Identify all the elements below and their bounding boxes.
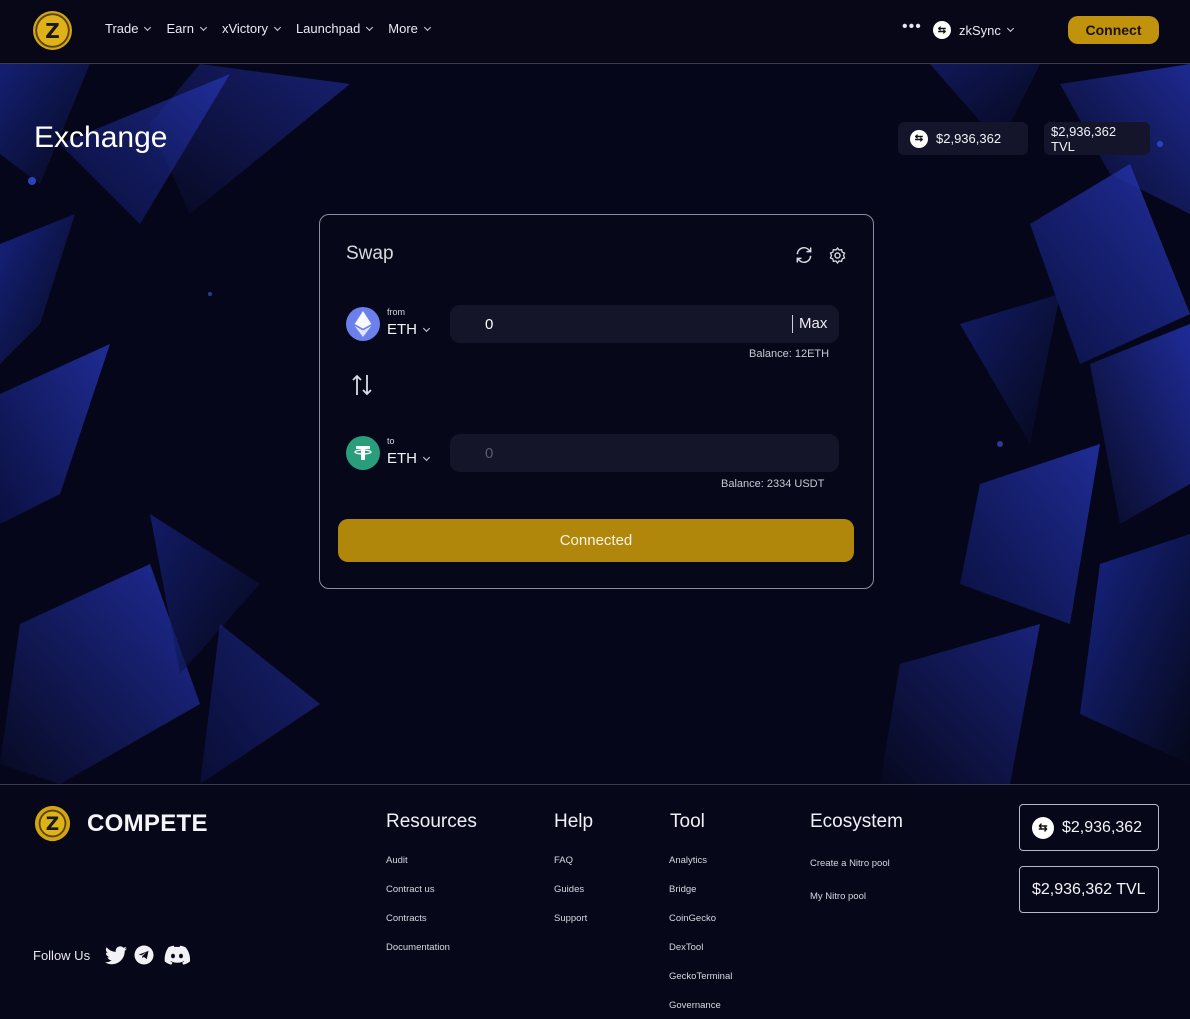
svg-text:Z: Z (46, 814, 59, 835)
network-label: zkSync (959, 22, 1001, 38)
nav-item-xvictory[interactable]: xVictory (221, 21, 281, 36)
footer-link-create-nitro-pool[interactable]: Create a Nitro pool (810, 858, 890, 869)
footer-heading-resources: Resources (386, 811, 477, 832)
follow-us-label: Follow Us (33, 948, 91, 963)
connect-button[interactable]: Connect (1068, 16, 1159, 44)
footer-link-geckoterminal[interactable]: GeckoTerminal (669, 971, 732, 982)
footer-link-bridge[interactable]: Bridge (669, 884, 696, 895)
chevron-down-icon (422, 324, 431, 332)
logo-letter: Z (45, 18, 60, 43)
gear-icon[interactable] (828, 246, 847, 265)
nav-item-label: xVictory (221, 21, 268, 36)
zksync-icon: ⇆ (933, 21, 951, 39)
nav-item-trade[interactable]: Trade (105, 21, 152, 36)
from-token-selector[interactable]: ETH (387, 321, 431, 338)
footer-link-contracts[interactable]: Contracts (386, 913, 427, 924)
chevron-down-icon (144, 23, 152, 31)
footer-link-audit[interactable]: Audit (386, 855, 408, 866)
page-title: Exchange (34, 121, 168, 154)
chevron-down-icon (1006, 24, 1014, 33)
eth-icon[interactable] (346, 307, 380, 341)
footer-link-faq[interactable]: FAQ (554, 855, 573, 866)
swap-card: Swap from ETH 0 Max Balance: 12ETH to ET… (319, 214, 874, 589)
footer-heading-help: Help (554, 811, 594, 832)
footer-link-analytics[interactable]: Analytics (669, 855, 707, 866)
chevron-down-icon (423, 23, 431, 31)
nav-item-more[interactable]: More (388, 21, 431, 36)
chevron-down-icon (422, 453, 431, 461)
footer-link-governance[interactable]: Governance (669, 1000, 721, 1011)
footer-heading-ecosystem: Ecosystem (810, 811, 903, 832)
stat-value: $2,936,362 (936, 131, 1002, 146)
nav-item-label: More (388, 21, 418, 36)
swap-direction-icon[interactable] (351, 373, 373, 397)
twitter-icon[interactable] (104, 945, 128, 967)
to-label: to (387, 436, 395, 446)
connected-button[interactable]: Connected (338, 519, 854, 562)
chevron-down-icon (366, 23, 374, 31)
footer-link-support[interactable]: Support (554, 913, 587, 924)
zksync-icon: ⇆ (910, 129, 928, 148)
to-amount-input[interactable]: 0 (450, 434, 839, 472)
footer-link-documentation[interactable]: Documentation (386, 942, 450, 953)
to-token-selector[interactable]: ETH (387, 450, 431, 467)
discord-icon[interactable] (164, 945, 190, 965)
footer-link-my-nitro-pool[interactable]: My Nitro pool (810, 891, 866, 902)
stat-tvl: $2,936,362 TVL (1051, 123, 1117, 154)
to-token-label: ETH (387, 450, 417, 467)
logo-icon[interactable]: Z (34, 805, 71, 842)
from-amount-value: 0 (485, 315, 494, 333)
footer-stat-value-text: $2,936,362 (1062, 818, 1143, 836)
telegram-icon[interactable] (134, 945, 154, 965)
footer-stat-tvl: $2,936,362 TVL (1019, 866, 1159, 913)
from-balance: Balance: 12ETH (749, 348, 830, 360)
footer-link-guides[interactable]: Guides (554, 884, 584, 895)
more-options-icon[interactable]: ••• (902, 19, 922, 35)
to-amount-value: 0 (485, 444, 494, 462)
top-nav: Z Trade Earn xVictory Launchpad More •••… (0, 0, 1190, 64)
refresh-icon[interactable] (794, 245, 814, 265)
nav-item-launchpad[interactable]: Launchpad (295, 21, 374, 36)
from-token-label: ETH (387, 321, 417, 338)
footer-heading-tool: Tool (670, 811, 705, 832)
footer-link-contract-us[interactable]: Contract us (386, 884, 435, 895)
network-selector[interactable]: ⇆ zkSync (933, 21, 1014, 39)
chevron-down-icon (273, 23, 281, 31)
footer-link-dextool[interactable]: DexTool (669, 942, 703, 953)
zksync-icon: ⇆ (1032, 816, 1054, 839)
usdt-icon[interactable] (346, 436, 380, 470)
from-label: from (387, 307, 405, 317)
max-button[interactable]: Max (792, 315, 827, 333)
footer-brand: COMPETE (87, 810, 208, 837)
nav-item-label: Launchpad (295, 21, 361, 36)
footer-link-coingecko[interactable]: CoinGecko (669, 913, 716, 924)
nav-item-label: Trade (105, 21, 139, 36)
to-balance: Balance: 2334 USDT (721, 478, 825, 490)
nav-item-label: Earn (166, 21, 194, 36)
footer-stat-tvl-text: $2,936,362 TVL (1032, 880, 1146, 898)
nav-item-earn[interactable]: Earn (166, 21, 207, 36)
stat-badge-value: ⇆ $2,936,362 (898, 122, 1028, 155)
footer: Z COMPETE Resources Audit Contract us Co… (0, 784, 1190, 1019)
footer-stat-value: ⇆ $2,936,362 (1019, 804, 1159, 851)
from-amount-input[interactable]: 0 Max (450, 305, 839, 343)
main-menu: Trade Earn xVictory Launchpad More (105, 21, 446, 36)
swap-title: Swap (346, 243, 394, 264)
chevron-down-icon (199, 23, 207, 31)
stat-badge-tvl: $2,936,362 TVL (1044, 122, 1150, 155)
logo-icon[interactable]: Z (33, 11, 72, 50)
